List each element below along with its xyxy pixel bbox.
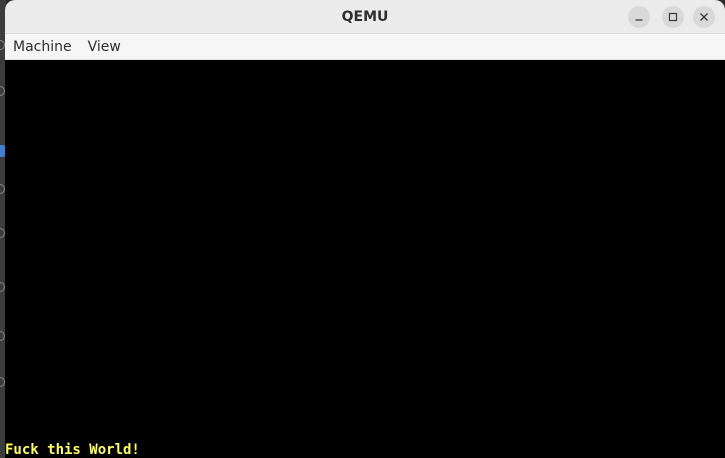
title-bar[interactable]: QEMU bbox=[5, 0, 725, 34]
close-button[interactable] bbox=[693, 6, 715, 28]
vm-display[interactable]: Fuck this World! bbox=[5, 60, 725, 458]
console-output-text: Fuck this World! bbox=[5, 442, 140, 458]
window-title: QEMU bbox=[341, 9, 389, 25]
minimize-button[interactable] bbox=[628, 6, 650, 28]
maximize-button[interactable] bbox=[662, 6, 684, 28]
menu-machine[interactable]: Machine bbox=[7, 36, 78, 58]
close-icon bbox=[700, 13, 708, 21]
qemu-window: QEMU Machine View Fuck this World! bbox=[5, 0, 725, 458]
menu-bar: Machine View bbox=[5, 34, 725, 60]
menu-view[interactable]: View bbox=[82, 36, 127, 58]
minimize-icon bbox=[635, 19, 643, 21]
maximize-icon bbox=[668, 12, 678, 22]
